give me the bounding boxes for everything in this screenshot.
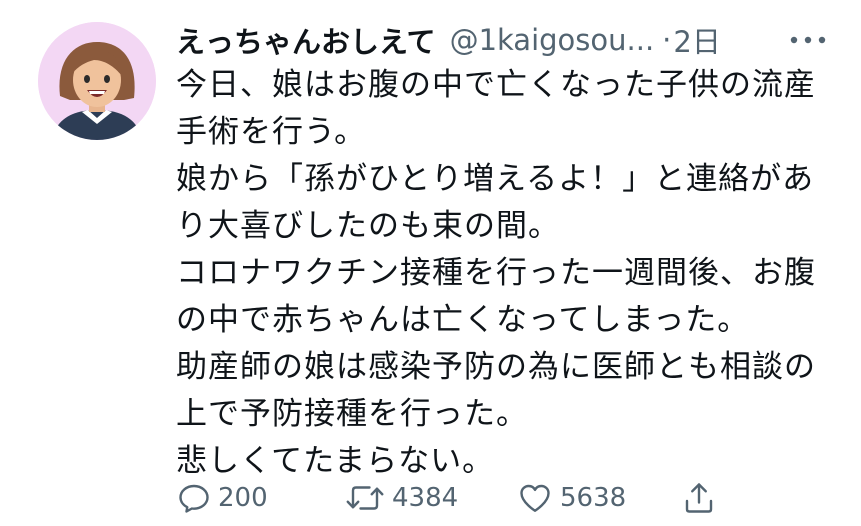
avatar[interactable] [38, 22, 156, 140]
separator-dot: · [662, 23, 672, 57]
tweet-header: えっちゃんおしえて @1kaigosou... · 2日 [176, 18, 721, 62]
more-options-button[interactable] [786, 28, 830, 52]
share-button[interactable] [681, 478, 717, 518]
tweet-text-line: 今日、娘はお腹の中で亡くなった子供の流産 [176, 67, 816, 103]
reply-count: 200 [218, 483, 268, 513]
heart-icon [520, 484, 550, 512]
user-handle[interactable]: @1kaigosou... [450, 23, 655, 57]
like-button[interactable]: 5638 [516, 478, 626, 518]
tweet-text-line: の中で赤ちゃんは亡くなってしまった。 [176, 302, 750, 338]
reply-icon [179, 484, 209, 513]
retweet-icon [346, 486, 384, 510]
share-icon [685, 483, 713, 513]
like-count: 5638 [560, 483, 627, 513]
tweet-text-line: コロナワクチン接種を行った一週間後、お腹 [176, 255, 816, 291]
tweet[interactable]: えっちゃんおしえて @1kaigosou... · 2日 今日、娘はお腹の中で亡… [0, 0, 861, 526]
tweet-text-line: り大喜びしたのも束の間。 [176, 208, 560, 244]
tweet-text: 今日、娘はお腹の中で亡くなった子供の流産 手術を行う。 娘から「孫がひとり増える… [176, 62, 836, 485]
reply-button[interactable]: 200 [176, 478, 268, 518]
retweet-button[interactable]: 4384 [344, 478, 458, 518]
tweet-text-line: 手術を行う。 [176, 114, 367, 150]
tweet-text-line: 助産師の娘は感染予防の為に医師とも相談の [176, 349, 816, 385]
tweet-actions: 200 4384 5638 [176, 478, 736, 518]
more-horizontal-icon [790, 36, 826, 44]
display-name[interactable]: えっちゃんおしえて [176, 19, 436, 61]
tweet-text-line: 娘から「孫がひとり増えるよ！」と連絡があ [176, 161, 815, 197]
timestamp[interactable]: 2日 [673, 19, 720, 61]
avatar-illustration [38, 22, 156, 140]
tweet-text-line: 上で予防接種を行った。 [176, 396, 528, 432]
retweet-count: 4384 [392, 483, 459, 513]
